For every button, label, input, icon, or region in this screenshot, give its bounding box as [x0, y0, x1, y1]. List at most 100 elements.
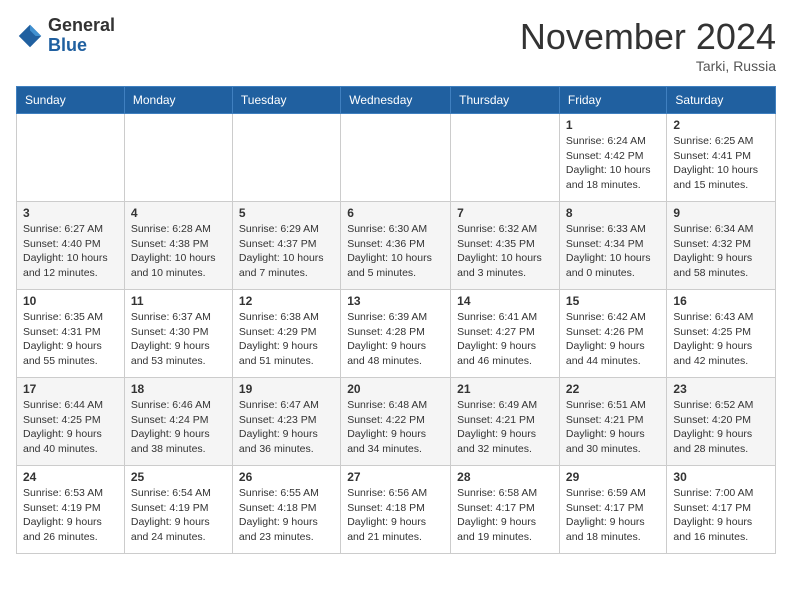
calendar-cell: 21Sunrise: 6:49 AM Sunset: 4:21 PM Dayli…: [451, 378, 560, 466]
day-number: 28: [457, 470, 553, 484]
month-title: November 2024: [520, 16, 776, 58]
day-number: 3: [23, 206, 118, 220]
day-number: 5: [239, 206, 334, 220]
day-number: 24: [23, 470, 118, 484]
day-header-friday: Friday: [559, 87, 667, 114]
day-number: 25: [131, 470, 226, 484]
calendar-cell: [17, 114, 125, 202]
day-number: 15: [566, 294, 661, 308]
calendar-cell: 2Sunrise: 6:25 AM Sunset: 4:41 PM Daylig…: [667, 114, 776, 202]
day-number: 16: [673, 294, 769, 308]
calendar-header-row: SundayMondayTuesdayWednesdayThursdayFrid…: [17, 87, 776, 114]
calendar-cell: 3 Sunrise: 6:27 AM Sunset: 4:40 PM Daylig…: [17, 202, 125, 290]
day-info: Sunrise: 6:39 AM Sunset: 4:28 PM Dayligh…: [347, 310, 444, 369]
calendar-table: SundayMondayTuesdayWednesdayThursdayFrid…: [16, 86, 776, 554]
day-info: Sunrise: 6:47 AM Sunset: 4:23 PM Dayligh…: [239, 398, 334, 457]
day-info: Sunrise: 6:56 AM Sunset: 4:18 PM Dayligh…: [347, 486, 444, 545]
day-info: Sunrise: 6:51 AM Sunset: 4:21 PM Dayligh…: [566, 398, 661, 457]
day-info: Sunrise: 6:32 AM Sunset: 4:35 PM Dayligh…: [457, 222, 553, 281]
calendar-cell: 4Sunrise: 6:28 AM Sunset: 4:38 PM Daylig…: [124, 202, 232, 290]
location-text: Tarki, Russia: [520, 58, 776, 74]
day-number: 7: [457, 206, 553, 220]
calendar-cell: 22 Sunrise: 6:51 AM Sunset: 4:21 PM Dayli…: [559, 378, 667, 466]
calendar-cell: 11 Sunrise: 6:37 AM Sunset: 4:30 PM Dayli…: [124, 290, 232, 378]
day-header-sunday: Sunday: [17, 87, 125, 114]
logo: General Blue: [16, 16, 115, 56]
day-number: 27: [347, 470, 444, 484]
day-header-thursday: Thursday: [451, 87, 560, 114]
day-number: 13: [347, 294, 444, 308]
day-info: Sunrise: 6:34 AM Sunset: 4:32 PM Dayligh…: [673, 222, 769, 281]
day-number: 22: [566, 382, 661, 396]
page-header: General Blue November 2024 Tarki, Russia: [16, 16, 776, 74]
day-header-wednesday: Wednesday: [341, 87, 451, 114]
calendar-cell: 19Sunrise: 6:47 AM Sunset: 4:23 PM Dayli…: [232, 378, 340, 466]
day-info: Sunrise: 6:24 AM Sunset: 4:42 PM Dayligh…: [566, 134, 661, 193]
day-number: 4: [131, 206, 226, 220]
calendar-cell: 12 Sunrise: 6:38 AM Sunset: 4:29 PM Dayli…: [232, 290, 340, 378]
day-number: 10: [23, 294, 118, 308]
calendar-cell: [124, 114, 232, 202]
calendar-week-3: 10 Sunrise: 6:35 AM Sunset: 4:31 PM Dayli…: [17, 290, 776, 378]
calendar-cell: 6 Sunrise: 6:30 AM Sunset: 4:36 PM Daylig…: [341, 202, 451, 290]
day-info: Sunrise: 6:54 AM Sunset: 4:19 PM Dayligh…: [131, 486, 226, 545]
day-info: Sunrise: 6:30 AM Sunset: 4:36 PM Dayligh…: [347, 222, 444, 281]
day-number: 23: [673, 382, 769, 396]
day-number: 26: [239, 470, 334, 484]
day-number: 12: [239, 294, 334, 308]
day-info: Sunrise: 6:37 AM Sunset: 4:30 PM Dayligh…: [131, 310, 226, 369]
day-number: 6: [347, 206, 444, 220]
title-block: November 2024 Tarki, Russia: [520, 16, 776, 74]
calendar-cell: 9 Sunrise: 6:34 AM Sunset: 4:32 PM Daylig…: [667, 202, 776, 290]
calendar-cell: 14Sunrise: 6:41 AM Sunset: 4:27 PM Dayli…: [451, 290, 560, 378]
calendar-cell: 24 Sunrise: 6:53 AM Sunset: 4:19 PM Dayli…: [17, 466, 125, 554]
calendar-cell: 29Sunrise: 6:59 AM Sunset: 4:17 PM Dayli…: [559, 466, 667, 554]
day-info: Sunrise: 6:25 AM Sunset: 4:41 PM Dayligh…: [673, 134, 769, 193]
calendar-cell: 7 Sunrise: 6:32 AM Sunset: 4:35 PM Daylig…: [451, 202, 560, 290]
day-info: Sunrise: 6:44 AM Sunset: 4:25 PM Dayligh…: [23, 398, 118, 457]
calendar-cell: 23Sunrise: 6:52 AM Sunset: 4:20 PM Dayli…: [667, 378, 776, 466]
calendar-cell: 17Sunrise: 6:44 AM Sunset: 4:25 PM Dayli…: [17, 378, 125, 466]
day-number: 29: [566, 470, 661, 484]
day-number: 1: [566, 118, 661, 132]
calendar-week-4: 17Sunrise: 6:44 AM Sunset: 4:25 PM Dayli…: [17, 378, 776, 466]
calendar-cell: [341, 114, 451, 202]
calendar-week-1: 1 Sunrise: 6:24 AM Sunset: 4:42 PM Daylig…: [17, 114, 776, 202]
day-number: 20: [347, 382, 444, 396]
day-info: Sunrise: 6:41 AM Sunset: 4:27 PM Dayligh…: [457, 310, 553, 369]
day-header-saturday: Saturday: [667, 87, 776, 114]
day-info: Sunrise: 6:53 AM Sunset: 4:19 PM Dayligh…: [23, 486, 118, 545]
calendar-cell: 8 Sunrise: 6:33 AM Sunset: 4:34 PM Daylig…: [559, 202, 667, 290]
day-info: Sunrise: 6:27 AM Sunset: 4:40 PM Dayligh…: [23, 222, 118, 281]
day-number: 18: [131, 382, 226, 396]
day-info: Sunrise: 6:38 AM Sunset: 4:29 PM Dayligh…: [239, 310, 334, 369]
logo-blue-text: Blue: [48, 35, 87, 55]
calendar-cell: 5Sunrise: 6:29 AM Sunset: 4:37 PM Daylig…: [232, 202, 340, 290]
calendar-cell: 27 Sunrise: 6:56 AM Sunset: 4:18 PM Dayli…: [341, 466, 451, 554]
calendar-week-5: 24 Sunrise: 6:53 AM Sunset: 4:19 PM Dayli…: [17, 466, 776, 554]
logo-icon: [16, 22, 44, 50]
calendar-cell: 1 Sunrise: 6:24 AM Sunset: 4:42 PM Daylig…: [559, 114, 667, 202]
day-info: Sunrise: 6:55 AM Sunset: 4:18 PM Dayligh…: [239, 486, 334, 545]
day-info: Sunrise: 6:35 AM Sunset: 4:31 PM Dayligh…: [23, 310, 118, 369]
day-number: 30: [673, 470, 769, 484]
day-info: Sunrise: 6:49 AM Sunset: 4:21 PM Dayligh…: [457, 398, 553, 457]
calendar-cell: 15 Sunrise: 6:42 AM Sunset: 4:26 PM Dayli…: [559, 290, 667, 378]
calendar-cell: 26 Sunrise: 6:55 AM Sunset: 4:18 PM Dayli…: [232, 466, 340, 554]
calendar-week-2: 3 Sunrise: 6:27 AM Sunset: 4:40 PM Daylig…: [17, 202, 776, 290]
day-number: 9: [673, 206, 769, 220]
day-info: Sunrise: 7:00 AM Sunset: 4:17 PM Dayligh…: [673, 486, 769, 545]
calendar-cell: [451, 114, 560, 202]
day-info: Sunrise: 6:58 AM Sunset: 4:17 PM Dayligh…: [457, 486, 553, 545]
day-number: 8: [566, 206, 661, 220]
calendar-cell: 25 Sunrise: 6:54 AM Sunset: 4:19 PM Dayli…: [124, 466, 232, 554]
calendar-cell: 28 Sunrise: 6:58 AM Sunset: 4:17 PM Dayli…: [451, 466, 560, 554]
calendar-cell: 16Sunrise: 6:43 AM Sunset: 4:25 PM Dayli…: [667, 290, 776, 378]
day-number: 11: [131, 294, 226, 308]
day-info: Sunrise: 6:42 AM Sunset: 4:26 PM Dayligh…: [566, 310, 661, 369]
calendar-cell: 10 Sunrise: 6:35 AM Sunset: 4:31 PM Dayli…: [17, 290, 125, 378]
logo-general-text: General: [48, 15, 115, 35]
day-header-tuesday: Tuesday: [232, 87, 340, 114]
day-info: Sunrise: 6:48 AM Sunset: 4:22 PM Dayligh…: [347, 398, 444, 457]
day-info: Sunrise: 6:33 AM Sunset: 4:34 PM Dayligh…: [566, 222, 661, 281]
